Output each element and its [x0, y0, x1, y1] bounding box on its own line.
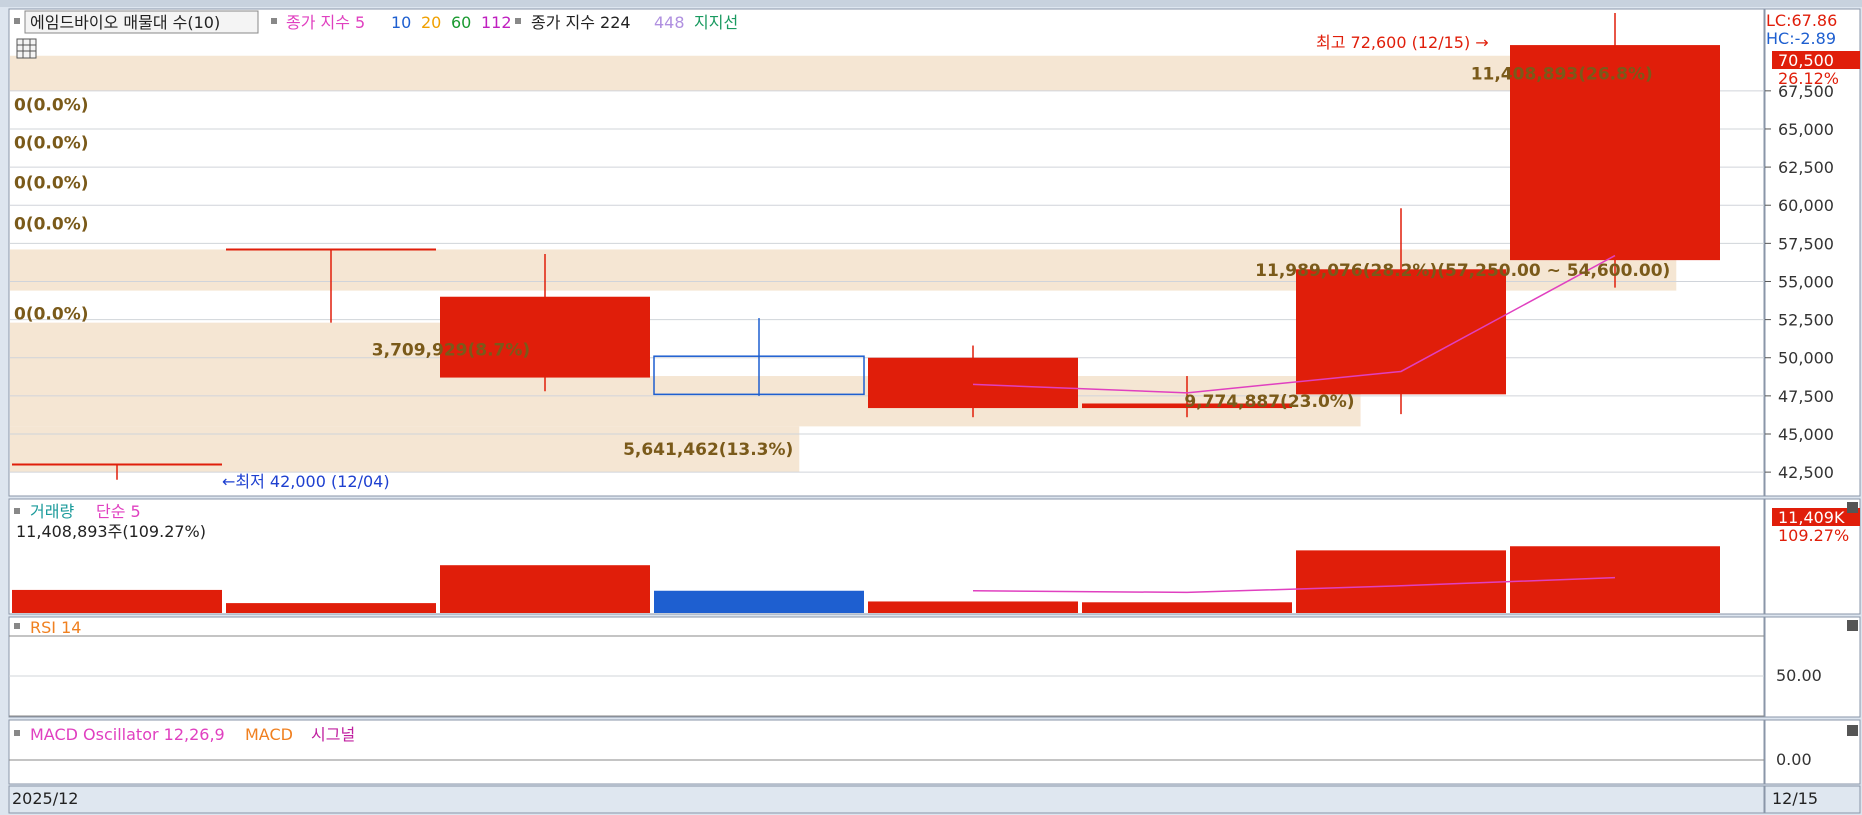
- volume-ma-legend[interactable]: 단순 5: [96, 502, 141, 521]
- zero-profile-label: 0(0.0%): [14, 215, 89, 235]
- y-tick-label: 50,000: [1778, 349, 1834, 368]
- legend-square-icon: [515, 18, 521, 24]
- legend-item[interactable]: 에임드바이오 매물대 수(10): [30, 13, 220, 32]
- grid-table-icon[interactable]: [16, 38, 37, 59]
- legend-square-icon: [14, 18, 20, 24]
- legend-square-icon: [271, 18, 277, 24]
- volume-profile-label: 9,774,887(23.0%): [1184, 392, 1354, 412]
- y-tick-label: 60,000: [1778, 196, 1834, 215]
- volume-profile-label: 5,641,462(13.3%): [623, 440, 793, 460]
- legend-square-icon: [14, 623, 20, 629]
- rsi-legend[interactable]: RSI 14: [30, 618, 81, 637]
- y-tick-label: 62,500: [1778, 158, 1834, 177]
- volume-value-text: 11,408,893주(109.27%): [16, 522, 206, 541]
- hc-label: HC:-2.89: [1766, 29, 1836, 48]
- volume-bar: [1082, 602, 1292, 613]
- volume-bar: [12, 589, 222, 613]
- volume-bar: [654, 590, 864, 613]
- y-tick-label: 52,500: [1778, 311, 1834, 330]
- y-tick-label: 57,500: [1778, 234, 1834, 253]
- low-annotation: ←최저 42,000 (12/04): [222, 472, 390, 491]
- volume-profile-band: [10, 376, 1361, 427]
- volume-right-tag: 11,409K: [1778, 508, 1845, 527]
- macd-tick: 0.00: [1776, 750, 1812, 769]
- candle-body: [440, 296, 650, 378]
- volume-bar: [226, 603, 436, 613]
- volume-bar: [868, 601, 1078, 613]
- panel-close-icon[interactable]: [1847, 725, 1858, 736]
- rsi-panel[interactable]: [8, 616, 1765, 718]
- rsi-tick: 50.00: [1776, 666, 1822, 685]
- volume-profile-label: 11,408,893(26.8%): [1471, 64, 1653, 84]
- panel-close-icon[interactable]: [1847, 620, 1858, 631]
- volume-profile-band: [10, 55, 1659, 91]
- current-change-tag: 26.12%: [1778, 69, 1839, 88]
- volume-profile-label: 3,709,929(8.7%): [372, 340, 530, 360]
- volume-profile-label: 11,989,076(28.2%)(57,250.00 ~ 54,600.00): [1255, 261, 1670, 281]
- high-annotation: 최고 72,600 (12/15) →: [1316, 33, 1489, 52]
- y-tick-label: 65,000: [1778, 120, 1834, 139]
- zero-profile-label: 0(0.0%): [14, 173, 89, 193]
- legend-item[interactable]: 10: [391, 13, 411, 32]
- candle-body: [868, 357, 1078, 409]
- legend-square-icon: [14, 730, 20, 736]
- zero-profile-label: 0(0.0%): [14, 96, 89, 116]
- legend-item[interactable]: 112: [481, 13, 512, 32]
- legend-item[interactable]: 20: [421, 13, 441, 32]
- zero-profile-label: 0(0.0%): [14, 305, 89, 325]
- volume-legend-label[interactable]: 거래량: [30, 502, 74, 521]
- date-axis-right-label: 12/15: [1772, 789, 1818, 808]
- y-tick-label: 55,000: [1778, 272, 1834, 291]
- legend-item[interactable]: 448: [654, 13, 685, 32]
- legend-square-icon: [14, 508, 20, 514]
- y-tick-label: 42,500: [1778, 463, 1834, 482]
- macd-legend-macd[interactable]: MACD: [245, 725, 293, 744]
- top-toolbar-strip: [0, 0, 1862, 7]
- zero-profile-label: 0(0.0%): [14, 134, 89, 154]
- volume-bar: [1296, 550, 1506, 613]
- lc-label: LC:67.86: [1766, 11, 1837, 30]
- macd-legend-signal[interactable]: 시그널: [311, 725, 355, 744]
- chart-window: 11,408,893(26.8%) 11,989,076(28.2%)(57,25…: [0, 0, 1862, 815]
- date-axis-left: 2025/12: [12, 789, 78, 808]
- legend-item[interactable]: 종가 지수 224: [531, 13, 631, 32]
- y-tick-label: 45,000: [1778, 425, 1834, 444]
- legend-item[interactable]: 종가 지수 5: [286, 13, 365, 32]
- date-axis-bar: [8, 785, 1765, 814]
- panel-close-icon[interactable]: [1847, 502, 1858, 513]
- y-tick-label: 47,500: [1778, 387, 1834, 406]
- volume-bar: [1510, 546, 1720, 613]
- macd-legend-osc[interactable]: MACD Oscillator 12,26,9: [30, 725, 225, 744]
- volume-right-pct: 109.27%: [1778, 526, 1849, 545]
- legend-item[interactable]: 지지선: [694, 13, 738, 32]
- current-price-tag: 70,500: [1778, 51, 1834, 70]
- volume-bar: [440, 565, 650, 613]
- legend-item[interactable]: 60: [451, 13, 471, 32]
